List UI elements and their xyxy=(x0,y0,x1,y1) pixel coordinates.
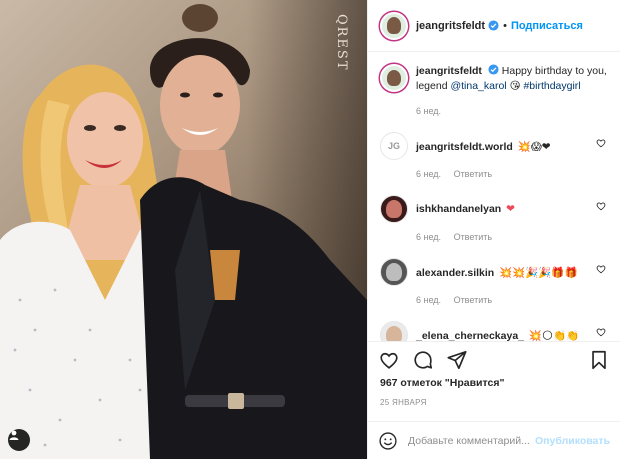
caption-username[interactable]: jeangritsfeldt xyxy=(416,65,482,77)
comment-age[interactable]: 6 нед. xyxy=(416,295,441,305)
post-sidebar: jeangritsfeldt • Подписаться jeangritsfe… xyxy=(367,0,620,459)
comment-username[interactable]: _elena_cherneckaya_ 💥🌕👏👏 xyxy=(416,329,579,342)
caption-emoji: 😘 xyxy=(509,80,521,92)
reply-button[interactable]: Ответить xyxy=(454,169,492,179)
comment-emoji: 💥🌕👏👏 xyxy=(528,329,580,342)
comment-age[interactable]: 6 нед. xyxy=(416,232,441,242)
caption-body: jeangritsfeldt Happy birthday to you, le… xyxy=(416,64,610,94)
instagram-post: QREST jeangritsfeldt • Подписаться jeang… xyxy=(0,0,620,459)
follow-button[interactable]: Подписаться xyxy=(511,20,583,32)
verified-badge-icon xyxy=(488,64,499,75)
comment-input[interactable] xyxy=(408,434,536,447)
photo-watermark: QREST xyxy=(334,14,349,72)
post-header: jeangritsfeldt • Подписаться xyxy=(368,0,620,52)
like-comment-heart-icon[interactable] xyxy=(596,138,606,148)
caption-mention-link[interactable]: @tina_karol xyxy=(450,80,506,92)
comment-avatar[interactable] xyxy=(380,321,408,341)
comment-username[interactable]: jeangritsfeldt.world 💥😱❤ xyxy=(416,140,551,153)
caption-hashtag-link[interactable]: #birthdaygirl xyxy=(523,80,580,92)
separator-dot: • xyxy=(503,19,507,32)
comment-emoji: 💥💥🎉🎉🎁🎁 xyxy=(499,266,578,279)
caption-meta: 6 нед. xyxy=(416,106,610,116)
like-comment-heart-icon[interactable] xyxy=(596,264,606,274)
comment-emoji: 💥😱❤ xyxy=(517,140,551,153)
comment-item: JG jeangritsfeldt.world 💥😱❤ xyxy=(380,132,610,160)
tagged-users-icon[interactable] xyxy=(8,429,30,451)
comments-section: jeangritsfeldt Happy birthday to you, le… xyxy=(368,52,620,341)
comment-avatar-initials: JG xyxy=(387,141,400,151)
verified-badge-icon xyxy=(488,20,499,31)
like-comment-heart-icon[interactable] xyxy=(596,201,606,211)
comment-avatar[interactable]: JG xyxy=(380,132,408,160)
caption-avatar[interactable] xyxy=(380,64,408,92)
comment-avatar[interactable] xyxy=(380,195,408,223)
save-bookmark-icon[interactable] xyxy=(588,349,610,371)
post-caption: jeangritsfeldt Happy birthday to you, le… xyxy=(380,64,610,94)
comment-username[interactable]: ishkhandanelyan ❤ xyxy=(416,203,515,215)
comment-bubble-icon[interactable] xyxy=(412,349,434,371)
comment-meta: 6 нед. Ответить xyxy=(416,169,610,179)
likes-count[interactable]: 967 отметок "Нравится" xyxy=(368,377,620,389)
comment-item: ishkhandanelyan ❤ xyxy=(380,195,610,223)
comment-avatar[interactable] xyxy=(380,258,408,286)
comment-age[interactable]: 6 нед. xyxy=(416,169,441,179)
author-username[interactable]: jeangritsfeldt xyxy=(416,20,485,32)
post-actions xyxy=(368,341,620,377)
comment-meta: 6 нед. Ответить xyxy=(416,232,610,242)
comment-emoji: ❤ xyxy=(506,203,515,215)
comment-meta: 6 нед. Ответить xyxy=(416,295,610,305)
emoji-smile-icon[interactable] xyxy=(378,431,398,451)
like-heart-icon[interactable] xyxy=(378,349,400,371)
comment-item: alexander.silkin 💥💥🎉🎉🎁🎁 xyxy=(380,258,610,286)
comment-username[interactable]: alexander.silkin 💥💥🎉🎉🎁🎁 xyxy=(416,266,578,279)
reply-button[interactable]: Ответить xyxy=(454,295,492,305)
comment-item: _elena_cherneckaya_ 💥🌕👏👏 xyxy=(380,321,610,341)
photo-illustration xyxy=(0,4,367,459)
reply-button[interactable]: Ответить xyxy=(454,232,492,242)
author-avatar[interactable] xyxy=(380,11,408,40)
share-send-icon[interactable] xyxy=(446,349,468,371)
publish-button[interactable]: Опубликовать xyxy=(535,435,610,447)
post-date[interactable]: 25 ЯНВАРЯ xyxy=(368,398,620,407)
post-photo[interactable]: QREST xyxy=(0,0,367,459)
caption-age[interactable]: 6 нед. xyxy=(416,106,441,116)
like-comment-heart-icon[interactable] xyxy=(596,327,606,337)
add-comment-bar: Опубликовать xyxy=(368,421,620,459)
